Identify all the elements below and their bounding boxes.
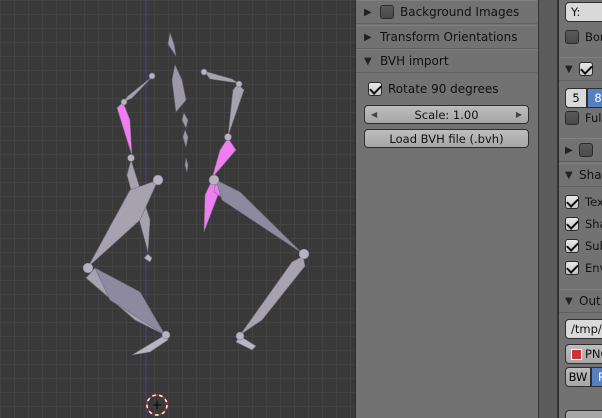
3d-cursor-icon (146, 394, 168, 416)
transform-orientations-label: Transform Orientations (380, 30, 518, 44)
shading-option-shadows[interactable]: Sha (565, 217, 602, 231)
shadows-checkbox[interactable] (565, 217, 579, 231)
y-value-field[interactable]: Y: (565, 2, 602, 22)
bvh-import-header[interactable]: ▼ BVH import (356, 49, 537, 73)
frame-range-fields[interactable]: 5 8 (565, 88, 602, 108)
triangle-right-icon: ▶ (565, 144, 573, 156)
range-checkbox[interactable] (579, 62, 593, 76)
collapsed-section-header[interactable]: ▶ (559, 138, 602, 162)
triangle-right-icon: ▶ (364, 6, 372, 18)
spine-bones (167, 31, 189, 173)
subsurface-checkbox[interactable] (565, 239, 579, 253)
properties-panel: Y: Bon ▼ 5 8 Ful ▶ ▼ Sha Tex Sha Sub Env (558, 0, 602, 418)
rotate-90-option[interactable]: Rotate 90 degrees (368, 82, 499, 96)
color-mode-bw[interactable]: BW (565, 367, 591, 387)
3d-viewport[interactable] (0, 0, 355, 418)
shading-section-header[interactable]: ▼ Sha (559, 163, 602, 187)
color-mode-next[interactable]: R (591, 367, 602, 387)
color-mode-buttons[interactable]: BW R (565, 367, 602, 387)
rotate-90-checkbox[interactable] (368, 82, 382, 96)
right-leg-bones (213, 179, 306, 351)
triangle-down-icon: ▼ (565, 63, 573, 75)
shading-option-environment[interactable]: Env (565, 261, 602, 275)
scale-value: Scale: 1.00 (414, 107, 479, 122)
left-leg-bones (85, 179, 169, 356)
increment-arrow-icon[interactable]: ▶ (516, 110, 522, 119)
scale-field[interactable]: ◀ Scale: 1.00 ▶ (364, 105, 529, 124)
frame-start-field[interactable]: 5 (565, 88, 587, 108)
rotate-90-label: Rotate 90 degrees (388, 82, 499, 96)
armature-scene (82, 0, 310, 418)
background-images-checkbox[interactable] (380, 5, 394, 19)
load-bvh-label: Load BVH file (.bvh) (389, 131, 504, 146)
shading-option-subsurface[interactable]: Sub (565, 239, 602, 253)
triangle-down-icon: ▼ (565, 295, 573, 307)
output-path-field[interactable]: /tmp/ (565, 319, 602, 339)
background-images-header[interactable]: ▶ Background Images (356, 0, 537, 24)
panel-divider[interactable] (538, 0, 558, 418)
triangle-down-icon: ▼ (364, 55, 372, 67)
transform-orientations-header[interactable]: ▶ Transform Orientations (356, 25, 537, 49)
image-format-icon (571, 348, 582, 360)
tool-shelf-panel: ▶ Background Images ▶ Transform Orientat… (355, 0, 538, 418)
triangle-right-icon: ▶ (364, 31, 372, 43)
frame-end-field[interactable]: 8 (587, 88, 602, 108)
shading-option-textures[interactable]: Tex (565, 195, 602, 209)
decrement-arrow-icon[interactable]: ◀ (371, 110, 377, 119)
file-format-select[interactable]: PNG (565, 344, 602, 364)
textures-checkbox[interactable] (565, 195, 579, 209)
bone-checkbox[interactable] (565, 30, 579, 44)
full-toggle-row[interactable]: Ful (565, 111, 601, 125)
bvh-import-label: BVH import (380, 54, 449, 68)
environment-checkbox[interactable] (565, 261, 579, 275)
load-bvh-button[interactable]: Load BVH file (.bvh) (364, 129, 529, 148)
range-section-header[interactable]: ▼ (559, 57, 602, 81)
full-checkbox[interactable] (565, 111, 579, 125)
bone-toggle-row[interactable]: Bon (565, 30, 602, 44)
output-section-header[interactable]: ▼ Out (559, 289, 602, 313)
triangle-down-icon: ▼ (565, 169, 573, 181)
section-checkbox[interactable] (579, 143, 593, 157)
background-images-label: Background Images (400, 5, 520, 19)
bottom-clipped-widget[interactable] (565, 410, 602, 418)
